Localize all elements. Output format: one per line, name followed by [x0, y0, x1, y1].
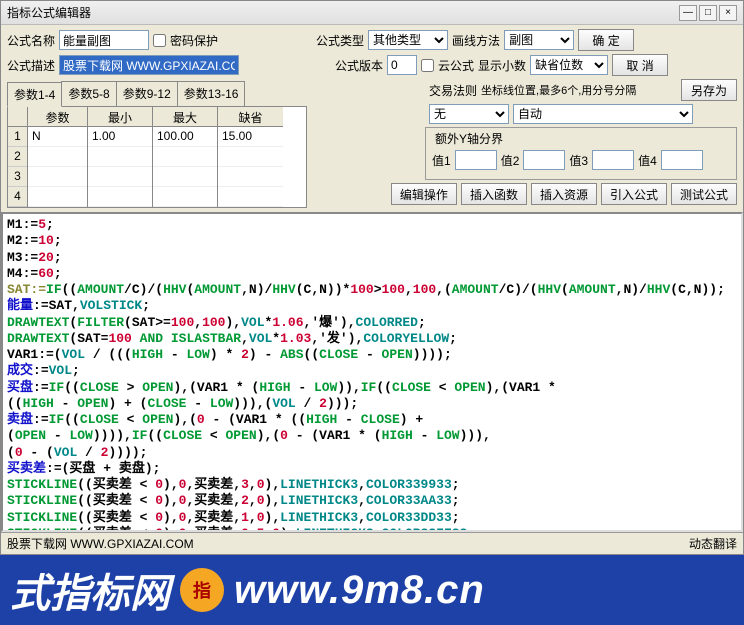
insert-func-button[interactable]: 插入函数: [461, 183, 527, 205]
v4-label: 值4: [638, 152, 657, 169]
tab-params-13-16[interactable]: 参数13-16: [177, 81, 246, 106]
draw-select[interactable]: 副图: [504, 30, 574, 50]
coord-label: 坐标线位置,最多6个,用分号分隔: [481, 82, 636, 98]
type-label: 公式类型: [316, 32, 364, 49]
tab-params-9-12[interactable]: 参数9-12: [116, 81, 178, 106]
rowno: 4: [8, 187, 27, 207]
col-param: 参数: [28, 107, 87, 127]
v3-input[interactable]: [592, 150, 634, 170]
maximize-icon[interactable]: □: [699, 5, 717, 21]
coord-select[interactable]: 自动: [513, 104, 693, 124]
editor-window: 指标公式编辑器 — □ × 公式名称 密码保护 公式类型 其他类型 画线方法 副…: [0, 0, 744, 555]
footer-url: www.9m8.cn: [234, 568, 485, 613]
param-tabbar: 参数1-4 参数5-8 参数9-12 参数13-16: [7, 81, 307, 107]
formula-name-input[interactable]: [59, 30, 149, 50]
cloud-checkbox[interactable]: [421, 59, 434, 72]
rowno: 1: [8, 127, 27, 147]
footer-text: 式指标网: [10, 561, 170, 619]
password-label: 密码保护: [170, 32, 218, 49]
edit-ops-button[interactable]: 编辑操作: [391, 183, 457, 205]
v2-label: 值2: [501, 152, 520, 169]
param-grid: 1 2 3 4 参数 N 最小 1.00: [7, 107, 307, 208]
name-label: 公式名称: [7, 32, 55, 49]
param-cell[interactable]: [28, 147, 87, 167]
tab-params-1-4[interactable]: 参数1-4: [7, 82, 62, 107]
param-cell[interactable]: [28, 167, 87, 187]
max-cell[interactable]: 100.00: [153, 127, 217, 147]
test-formula-button[interactable]: 测试公式: [671, 183, 737, 205]
v3-label: 值3: [569, 152, 588, 169]
draw-label: 画线方法: [452, 32, 500, 49]
status-left: 股票下载网 WWW.GPXIAZAI.COM: [7, 535, 194, 552]
rule-select[interactable]: 无: [429, 104, 509, 124]
window-title: 指标公式编辑器: [7, 4, 91, 21]
param-cell[interactable]: N: [28, 127, 87, 147]
ok-button[interactable]: 确 定: [578, 29, 634, 51]
version-label: 公式版本: [335, 57, 383, 74]
v2-input[interactable]: [523, 150, 565, 170]
import-formula-button[interactable]: 引入公式: [601, 183, 667, 205]
saveas-button[interactable]: 另存为: [681, 79, 737, 101]
cancel-button[interactable]: 取 消: [612, 54, 668, 76]
watermark-footer: 式指标网 指 www.9m8.cn: [0, 555, 744, 625]
version-input[interactable]: [387, 55, 417, 75]
desc-input[interactable]: [59, 55, 239, 75]
titlebar: 指标公式编辑器 — □ ×: [1, 1, 743, 25]
cloud-label: 云公式: [438, 57, 474, 74]
minimize-icon[interactable]: —: [679, 5, 697, 21]
rule-label: 交易法则: [429, 82, 477, 99]
close-icon[interactable]: ×: [719, 5, 737, 21]
insert-res-button[interactable]: 插入资源: [531, 183, 597, 205]
v1-input[interactable]: [455, 150, 497, 170]
v4-input[interactable]: [661, 150, 703, 170]
password-checkbox[interactable]: [153, 34, 166, 47]
decimal-label: 显示小数: [478, 57, 526, 74]
status-right: 动态翻译: [689, 535, 737, 552]
def-cell[interactable]: 15.00: [218, 127, 283, 147]
col-def: 缺省: [218, 107, 283, 127]
logo-icon: 指: [180, 568, 224, 612]
decimal-select[interactable]: 缺省位数: [530, 55, 608, 75]
col-min: 最小: [88, 107, 152, 127]
type-select[interactable]: 其他类型: [368, 30, 448, 50]
min-cell[interactable]: 1.00: [88, 127, 152, 147]
code-editor[interactable]: M1:=5;M2:=10;M3:=20;M4:=60;SAT:=IF((AMOU…: [1, 212, 743, 532]
param-cell[interactable]: [28, 187, 87, 207]
col-max: 最大: [153, 107, 217, 127]
rowno: 3: [8, 167, 27, 187]
rowno: 2: [8, 147, 27, 167]
desc-label: 公式描述: [7, 57, 55, 74]
v1-label: 值1: [432, 152, 451, 169]
tab-params-5-8[interactable]: 参数5-8: [61, 81, 116, 106]
extra-y-label: 额外Y轴分界: [432, 130, 506, 147]
